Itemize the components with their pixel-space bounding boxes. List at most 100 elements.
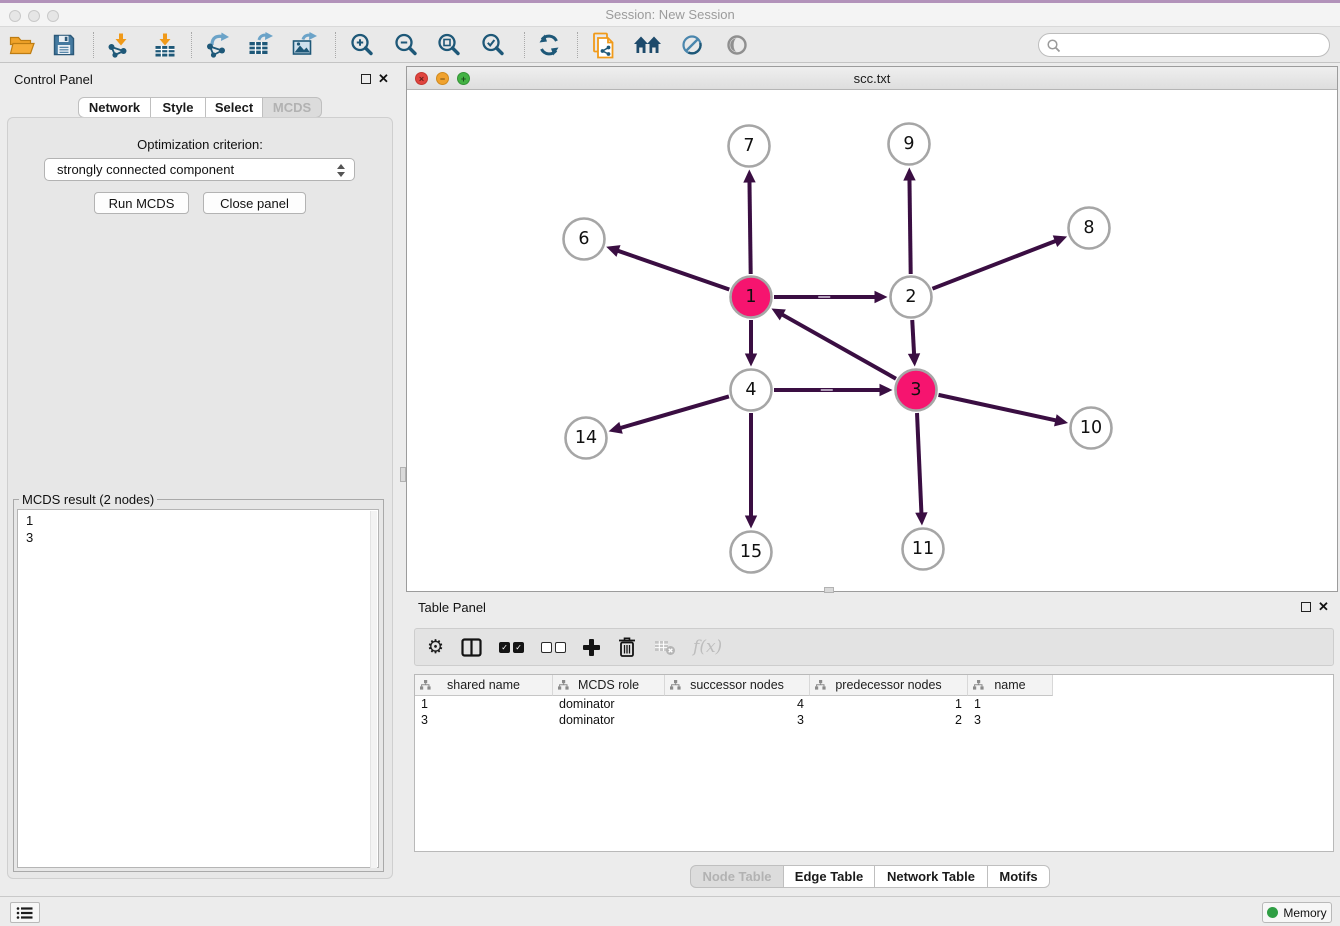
- minimize-view-icon[interactable]: −: [436, 72, 449, 85]
- node-label: 11: [912, 539, 934, 559]
- tab-network[interactable]: Network: [78, 97, 151, 118]
- edge-3-11[interactable]: [917, 413, 921, 515]
- level-of-detail-icon[interactable]: [677, 31, 707, 59]
- control-panel-tabs: NetworkStyleSelectMCDS: [78, 97, 322, 118]
- tab-node-table[interactable]: Node Table: [690, 865, 784, 888]
- table-toolbar: ⚙ ✓ ✓ f(x): [414, 628, 1334, 666]
- table-cell: 3: [968, 712, 1053, 728]
- zoom-in-icon[interactable]: [347, 31, 377, 59]
- control-panel-float-icon[interactable]: [361, 74, 371, 84]
- table-row[interactable]: 1dominator411: [415, 696, 1333, 712]
- optimization-criterion-dropdown[interactable]: strongly connected component: [44, 158, 355, 181]
- node-label: 10: [1080, 418, 1102, 438]
- arrowhead-icon: [743, 169, 755, 182]
- arrowhead-icon: [915, 512, 927, 525]
- minimize-window-icon[interactable]: [28, 10, 40, 22]
- mcds-result-list[interactable]: 13: [17, 509, 379, 868]
- import-table-icon[interactable]: [150, 31, 180, 59]
- node-label: 4: [745, 380, 756, 400]
- table-row[interactable]: 3dominator323: [415, 712, 1333, 728]
- birdseye-view-icon[interactable]: [722, 31, 752, 59]
- table-cell: dominator: [553, 696, 665, 712]
- node-label: 9: [903, 134, 914, 154]
- table-panel-close-icon[interactable]: ✕: [1318, 601, 1329, 613]
- node-table[interactable]: shared nameMCDS rolesuccessor nodesprede…: [414, 674, 1334, 852]
- mcds-result-item: 3: [26, 530, 33, 547]
- zoom-fit-icon[interactable]: [434, 31, 464, 59]
- deselect-all-checkboxes-icon[interactable]: [541, 642, 566, 653]
- network-view-window[interactable]: × − + scc.txt 7968124314101511: [406, 66, 1338, 592]
- save-icon[interactable]: [49, 31, 79, 59]
- column-header-name[interactable]: name: [968, 675, 1053, 696]
- add-column-icon[interactable]: [583, 639, 600, 656]
- close-window-icon[interactable]: [9, 10, 21, 22]
- import-network-icon[interactable]: [104, 31, 134, 59]
- open-folder-icon[interactable]: [7, 31, 37, 59]
- export-table-icon[interactable]: [246, 31, 276, 59]
- tab-edge-table[interactable]: Edge Table: [784, 865, 875, 888]
- arrowhead-icon: [606, 245, 620, 257]
- delete-column-icon[interactable]: [617, 636, 637, 658]
- new-network-document-icon[interactable]: [589, 31, 619, 59]
- maximize-view-icon[interactable]: +: [457, 72, 470, 85]
- mcds-result-group: MCDS result (2 nodes) 13: [13, 499, 384, 872]
- search-input[interactable]: [1065, 35, 1323, 55]
- export-image-icon[interactable]: [290, 31, 320, 59]
- column-header-MCDS-role[interactable]: MCDS role: [553, 675, 665, 696]
- select-all-checkboxes-icon[interactable]: ✓ ✓: [499, 642, 524, 653]
- search-box[interactable]: [1038, 33, 1330, 57]
- task-history-button[interactable]: [10, 902, 40, 923]
- tab-select[interactable]: Select: [206, 97, 263, 118]
- gear-icon[interactable]: ⚙: [427, 637, 444, 657]
- column-header-shared-name[interactable]: shared name: [415, 675, 553, 696]
- zoom-selected-icon[interactable]: [478, 31, 508, 59]
- arrowhead-icon: [880, 384, 893, 396]
- mcds-result-title: MCDS result (2 nodes): [19, 492, 157, 507]
- table-cell: dominator: [553, 712, 665, 728]
- function-builder-icon[interactable]: f(x): [693, 637, 722, 657]
- checked-box-icon: ✓: [513, 642, 524, 653]
- edge-1-6[interactable]: [617, 250, 730, 289]
- close-panel-button[interactable]: Close panel: [203, 192, 306, 214]
- column-header-successor-nodes[interactable]: successor nodes: [665, 675, 810, 696]
- home-icon[interactable]: [633, 31, 663, 59]
- edge-3-10[interactable]: [938, 395, 1057, 421]
- table-body: 1dominator4113dominator323: [415, 696, 1333, 728]
- zoom-out-icon[interactable]: [391, 31, 421, 59]
- export-network-icon[interactable]: [203, 31, 233, 59]
- edge-2-9[interactable]: [909, 178, 910, 274]
- tab-mcds[interactable]: MCDS: [263, 97, 322, 118]
- network-window-titlebar[interactable]: × − + scc.txt: [407, 67, 1337, 90]
- arrowhead-icon: [875, 291, 888, 303]
- tab-motifs[interactable]: Motifs: [988, 865, 1050, 888]
- tab-network-table[interactable]: Network Table: [875, 865, 988, 888]
- tab-style[interactable]: Style: [151, 97, 206, 118]
- window-title: Session: New Session: [0, 3, 1340, 26]
- run-mcds-button[interactable]: Run MCDS: [94, 192, 189, 214]
- network-view-title: scc.txt: [407, 67, 1337, 90]
- arrowhead-icon: [1054, 414, 1068, 426]
- edge-2-3[interactable]: [912, 320, 914, 356]
- close-view-icon[interactable]: ×: [415, 72, 428, 85]
- zoom-window-icon[interactable]: [47, 10, 59, 22]
- table-panel-float-icon[interactable]: [1301, 602, 1311, 612]
- delete-table-icon[interactable]: [654, 638, 676, 656]
- edge-4-14[interactable]: [619, 396, 729, 428]
- list-icon: [16, 906, 34, 920]
- node-label: 6: [578, 229, 589, 249]
- refresh-icon[interactable]: [534, 31, 564, 59]
- memory-button[interactable]: Memory: [1262, 902, 1332, 923]
- split-columns-icon[interactable]: [461, 638, 482, 657]
- control-panel-close-icon[interactable]: ✕: [378, 73, 389, 85]
- status-bar: Memory: [0, 896, 1340, 926]
- node-label: 3: [910, 380, 921, 400]
- scrollbar[interactable]: [370, 511, 377, 868]
- network-graph-canvas[interactable]: 7968124314101511: [407, 90, 1337, 591]
- edge-2-8[interactable]: [932, 240, 1056, 288]
- column-header-predecessor-nodes[interactable]: predecessor nodes: [810, 675, 968, 696]
- horizontal-splitter-handle[interactable]: [824, 587, 834, 593]
- table-header-row: shared nameMCDS rolesuccessor nodesprede…: [415, 675, 1333, 696]
- optimization-criterion-label: Optimization criterion:: [7, 137, 393, 152]
- edge-1-7[interactable]: [749, 180, 750, 274]
- edge-3-1[interactable]: [781, 314, 896, 379]
